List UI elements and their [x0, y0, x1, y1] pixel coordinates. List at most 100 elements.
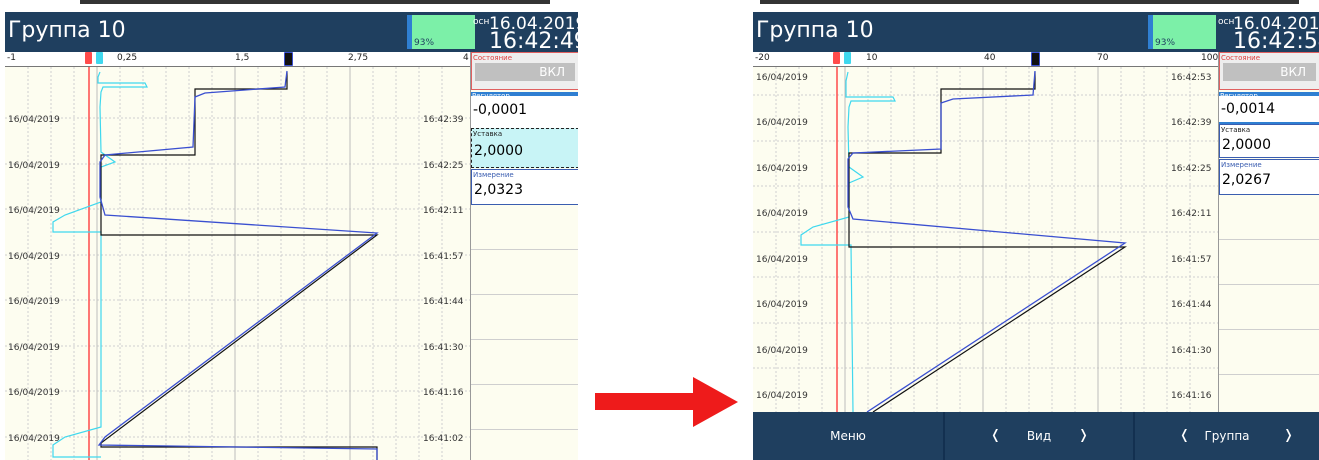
regulator-label: Регулятор: [472, 92, 510, 100]
scale-tick: 40: [984, 53, 996, 63]
scale-tick: 1,5: [235, 53, 250, 63]
battery-indicator: 93%: [1148, 15, 1216, 49]
state-label: Состояние: [473, 54, 513, 62]
row-time: 16:42:53: [1171, 73, 1212, 83]
black-trace: [848, 72, 1128, 412]
scale-tick: 10: [866, 53, 878, 63]
row-date: 16/04/2019: [8, 434, 60, 444]
bottom-nav-bar: Меню ❬ Вид ❭ ❬ Группа ❭: [753, 412, 1319, 460]
trend-chart-svg: [753, 67, 1218, 412]
group-button[interactable]: ❬ Группа ❭: [1135, 412, 1319, 460]
black-channel-marker[interactable]: [1031, 52, 1040, 66]
row-time: 16:41:30: [423, 343, 464, 353]
top-cropped-strip-right: [760, 0, 1319, 12]
osn-label: осн: [473, 17, 490, 27]
scale-tick: 4: [463, 53, 469, 63]
setpoint-value[interactable]: 2,0000: [474, 143, 523, 159]
cyan-trace: [800, 71, 896, 412]
battery-percent: 93%: [414, 38, 435, 48]
grid-lines: [5, 67, 470, 460]
row-time: 16:41:30: [1171, 346, 1212, 356]
group-next-icon[interactable]: ❭: [1283, 412, 1294, 460]
measurement-block: Измерение 2,0267: [1219, 159, 1319, 195]
setpoint-value[interactable]: 2,0000: [1222, 137, 1271, 153]
measurement-label: Измерение: [1221, 161, 1262, 169]
row-date: 16/04/2019: [756, 73, 808, 83]
scale-tick: 2,75: [348, 53, 369, 63]
trend-plot[interactable]: 16/04/2019 16/04/2019 16/04/2019 16/04/2…: [753, 67, 1218, 412]
transition-arrow-body: [595, 393, 695, 410]
row-date: 16/04/2019: [756, 209, 808, 219]
osn-label: осн: [1218, 17, 1235, 27]
device-screen-after: Группа 10 93% осн 16.04.2019 16:42:54 -2…: [753, 12, 1319, 460]
red-channel-marker[interactable]: [833, 52, 840, 64]
row-time: 16:41:16: [1171, 391, 1212, 401]
red-channel-marker[interactable]: [85, 52, 92, 64]
setpoint-label: Уставка: [473, 130, 503, 138]
state-on-button[interactable]: ВКЛ: [1223, 63, 1316, 81]
row-time: 16:41:02: [423, 434, 464, 444]
row-time: 16:42:25: [423, 161, 464, 171]
value-scale: -1 0,25 1,5 2,75 4: [5, 52, 470, 67]
regulator-label: Регулятор: [1220, 92, 1258, 100]
row-time: 16:41:44: [1171, 300, 1212, 310]
state-on-button[interactable]: ВКЛ: [475, 63, 575, 81]
cyan-channel-marker[interactable]: [96, 52, 103, 64]
row-date: 16/04/2019: [8, 206, 60, 216]
battery-percent: 93%: [1155, 38, 1176, 48]
group-button-label: Группа: [1204, 429, 1250, 443]
scale-tick: 70: [1097, 53, 1109, 63]
device-screen-before: Группа 10 93% осн 16.04.2019 16:42:49 -1…: [5, 12, 578, 460]
row-time: 16:42:11: [423, 206, 464, 216]
cyan-trace: [52, 71, 148, 458]
view-button-label: Вид: [1026, 429, 1052, 443]
transition-arrow-head: [693, 377, 738, 427]
time-display: 16:42:49: [489, 29, 578, 54]
view-prev-icon[interactable]: ❬: [990, 412, 1001, 460]
row-date: 16/04/2019: [8, 252, 60, 262]
cyan-channel-marker[interactable]: [844, 52, 851, 64]
value-scale: -20 10 40 70 100: [753, 52, 1218, 67]
side-panel: Состояние ВКЛ Регулятор -0,0001 Уставка …: [470, 52, 578, 460]
black-channel-marker[interactable]: [284, 52, 293, 66]
view-button[interactable]: ❬ Вид ❭: [945, 412, 1135, 460]
regulator-value: -0,0014: [1221, 101, 1276, 117]
row-time: 16:41:44: [423, 297, 464, 307]
side-panel: Состояние ВКЛ Регулятор -0,0014 Уставка …: [1218, 52, 1319, 412]
battery-indicator: 93%: [407, 15, 475, 49]
view-next-icon[interactable]: ❭: [1078, 412, 1089, 460]
regulator-block: Регулятор -0,0001: [471, 92, 578, 130]
blue-trace: [97, 70, 379, 460]
trend-plot[interactable]: 16/04/2019 16/04/2019 16/04/2019 16/04/2…: [5, 67, 470, 460]
measurement-value: 2,0323: [474, 182, 523, 198]
row-time: 16:42:11: [1171, 209, 1212, 219]
row-date: 16/04/2019: [756, 255, 808, 265]
row-date: 16/04/2019: [8, 161, 60, 171]
group-title[interactable]: Группа 10: [756, 18, 874, 43]
group-title[interactable]: Группа 10: [8, 18, 126, 43]
row-time: 16:42:39: [423, 115, 464, 125]
row-time: 16:42:39: [1171, 118, 1212, 128]
state-block[interactable]: Состояние ВКЛ: [471, 52, 578, 90]
row-time: 16:41:57: [1171, 255, 1212, 265]
setpoint-block[interactable]: Уставка 2,0000: [471, 128, 578, 168]
scale-tick: 100: [1201, 53, 1218, 63]
state-block[interactable]: Состояние ВКЛ: [1219, 52, 1319, 90]
panel-empty-area: [471, 204, 578, 460]
menu-button[interactable]: Меню: [753, 412, 945, 460]
row-date: 16/04/2019: [756, 118, 808, 128]
setpoint-label: Уставка: [1221, 126, 1251, 134]
row-date: 16/04/2019: [8, 297, 60, 307]
measurement-label: Измерение: [473, 171, 514, 179]
row-date: 16/04/2019: [756, 164, 808, 174]
setpoint-block[interactable]: Уставка 2,0000: [1219, 124, 1319, 158]
trend-chart-svg: [5, 67, 470, 460]
state-label: Состояние: [1221, 54, 1261, 62]
header-bar: Группа 10 93% осн 16.04.2019 16:42:49: [5, 12, 578, 54]
group-prev-icon[interactable]: ❬: [1179, 412, 1190, 460]
row-date: 16/04/2019: [756, 300, 808, 310]
row-date: 16/04/2019: [756, 391, 808, 401]
scale-tick: -1: [7, 53, 16, 63]
menu-button-label: Меню: [830, 429, 866, 443]
row-time: 16:42:25: [1171, 164, 1212, 174]
